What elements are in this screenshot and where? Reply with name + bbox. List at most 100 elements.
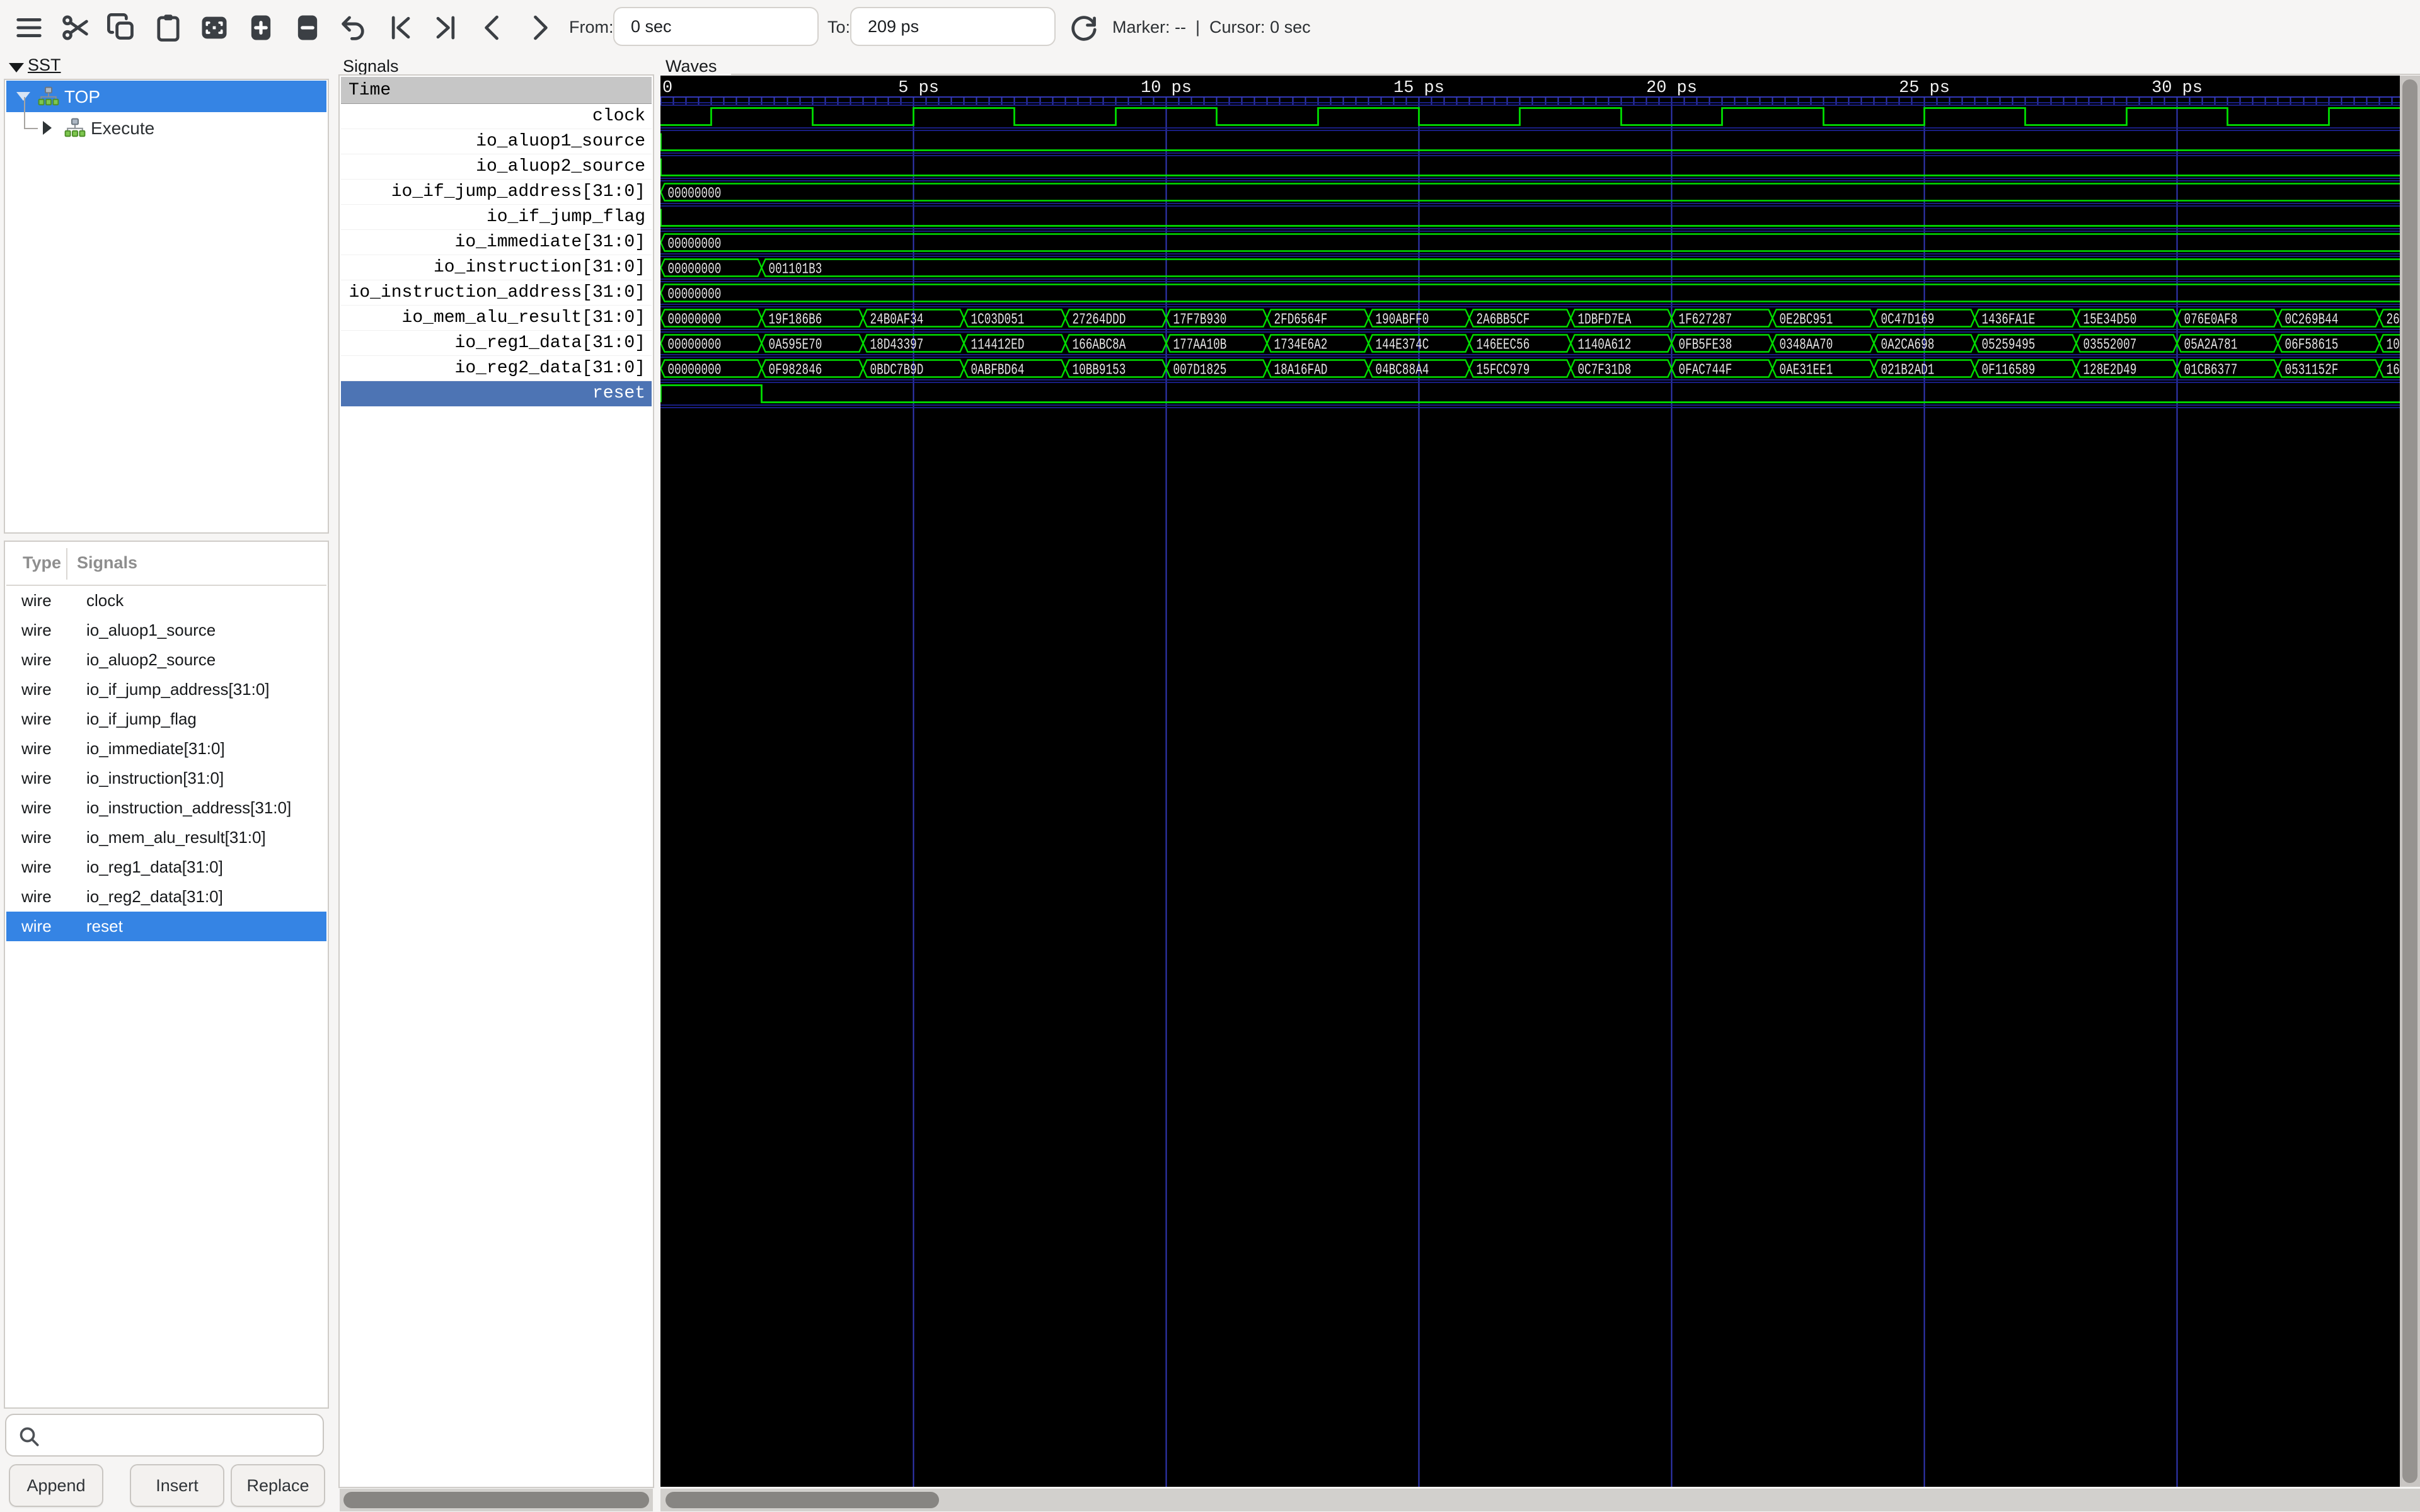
gtkwave-window: From: To: Marker: -- | Cursor: 0 sec SST… <box>0 0 2420 1512</box>
bus-value: 00000000 <box>668 337 722 354</box>
bus-value: 1734E6A2 <box>1274 337 1328 354</box>
signal-search-box <box>5 1414 324 1457</box>
bus-value: 2FD6564F <box>1274 312 1328 329</box>
bus-value: 021B2AD1 <box>1881 362 1935 379</box>
wave-row-reset <box>661 386 2400 403</box>
column-header-signals: Signals <box>77 553 137 573</box>
bus-value: 2A6BB5CF <box>1477 312 1530 329</box>
cell-type: wire <box>6 591 76 610</box>
ruler-label-5: 5 <box>898 79 908 98</box>
menu-icon <box>13 11 45 44</box>
table-row-clock[interactable]: wireclock <box>6 586 326 616</box>
signals-list-item-io_mem_alu_result[31:0][interactable]: io_mem_alu_result[31:0] <box>341 306 652 331</box>
table-row-io_aluop1_source[interactable]: wireio_aluop1_source <box>6 616 326 645</box>
waves-hscrollbar[interactable] <box>660 1489 2420 1511</box>
signals-list-item-clock[interactable]: clock <box>341 104 652 129</box>
sst-expander-icon[interactable] <box>9 63 24 72</box>
cell-type: wire <box>6 680 76 699</box>
signals-list-item-io_instruction_address[31:0][interactable]: io_instruction_address[31:0] <box>341 280 652 306</box>
module-icon <box>38 86 59 106</box>
signals-list-item-io_reg2_data[31:0][interactable]: io_reg2_data[31:0] <box>341 356 652 381</box>
signals-list-item-io_reg1_data[31:0][interactable]: io_reg1_data[31:0] <box>341 331 652 356</box>
to-input[interactable] <box>850 7 1056 46</box>
refresh-icon[interactable] <box>1067 11 1100 44</box>
insert-button[interactable]: Insert <box>130 1464 224 1507</box>
status-separator <box>1186 18 1196 37</box>
bus-value: 06F58615 <box>2285 337 2339 354</box>
skip-end-button[interactable] <box>430 11 463 44</box>
signals-list-item-io_aluop2_source[interactable]: io_aluop2_source <box>341 154 652 180</box>
time-header[interactable]: Time <box>341 77 652 104</box>
append-button[interactable]: Append <box>9 1464 103 1507</box>
copy-button[interactable] <box>105 11 138 44</box>
search-input[interactable] <box>48 1418 315 1453</box>
table-row-io_instruction[31:0][interactable]: wireio_instruction[31:0] <box>6 764 326 793</box>
bus-value: 0A595E70 <box>769 337 822 354</box>
signals-list-item-io_instruction[31:0][interactable]: io_instruction[31:0] <box>341 255 652 280</box>
zoom-out-button[interactable] <box>291 11 324 44</box>
cell-signal-name: io_aluop1_source <box>76 621 216 640</box>
table-row-io_immediate[31:0][interactable]: wireio_immediate[31:0] <box>6 734 326 764</box>
cell-type: wire <box>6 650 76 670</box>
table-row-io_reg1_data[31:0][interactable]: wireio_reg1_data[31:0] <box>6 852 326 882</box>
signals-list-item-io_aluop1_source[interactable]: io_aluop1_source <box>341 129 652 154</box>
step-forward-button[interactable] <box>523 11 556 44</box>
bus-value: 177AA10B <box>1173 337 1227 354</box>
wave-canvas[interactable]: 05ps10ps15ps20ps25ps30ps0000000000000000… <box>660 76 2400 1487</box>
waves-vscrollbar-thumb[interactable] <box>2402 79 2417 1483</box>
cell-signal-name: io_if_jump_address[31:0] <box>76 680 270 699</box>
module-icon-wrap <box>38 86 59 110</box>
bus-value: 17F7B930 <box>1173 312 1227 329</box>
wave-row-io_reg1_data[31:0]: 000000000A595E7018D43397114412ED166ABC8A… <box>661 335 2400 354</box>
step-back-icon <box>476 11 509 44</box>
bus-value: 0348AA70 <box>1780 337 1833 354</box>
tree-item-execute[interactable]: Execute <box>6 112 326 144</box>
cut-icon <box>59 11 92 44</box>
waves-vscrollbar[interactable] <box>2400 76 2420 1487</box>
bus-value: 05A2A781 <box>2184 337 2238 354</box>
zoom-fit-button[interactable] <box>198 11 231 44</box>
signals-list-item-reset[interactable]: reset <box>341 381 652 406</box>
undo-button[interactable] <box>337 11 370 44</box>
marker-text: Marker: -- <box>1112 18 1186 37</box>
undo-icon <box>337 11 370 44</box>
replace-button[interactable]: Replace <box>231 1464 325 1507</box>
zoom-in-button[interactable] <box>245 11 277 44</box>
tree-item-top[interactable]: TOP <box>6 81 326 112</box>
column-separator[interactable] <box>66 548 67 580</box>
table-row-io_mem_alu_result[31:0][interactable]: wireio_mem_alu_result[31:0] <box>6 823 326 852</box>
signals-hscrollbar[interactable] <box>340 1489 653 1511</box>
signals-hscrollbar-thumb[interactable] <box>343 1492 649 1508</box>
from-input[interactable] <box>613 7 819 46</box>
menu-button[interactable] <box>13 11 45 44</box>
cut-button[interactable] <box>59 11 92 44</box>
expander-open-icon[interactable] <box>16 92 30 101</box>
paste-icon <box>152 11 185 44</box>
skip-start-button[interactable] <box>384 11 417 44</box>
table-row-io_aluop2_source[interactable]: wireio_aluop2_source <box>6 645 326 675</box>
signals-list-item-io_immediate[31:0][interactable]: io_immediate[31:0] <box>341 230 652 255</box>
waves-hscrollbar-thumb[interactable] <box>666 1492 939 1508</box>
ruler-label-10: 10 <box>1141 79 1161 98</box>
table-row-io_reg2_data[31:0][interactable]: wireio_reg2_data[31:0] <box>6 882 326 912</box>
ruler-label-0: 0 <box>662 79 672 98</box>
tree-branch-line <box>24 97 25 129</box>
bus-value: 18A16FAD <box>1274 362 1328 379</box>
signals-list-item-io_if_jump_flag[interactable]: io_if_jump_flag <box>341 205 652 230</box>
ruler-label-15: 15 <box>1393 79 1414 98</box>
table-row-io_if_jump_address[31:0][interactable]: wireio_if_jump_address[31:0] <box>6 675 326 704</box>
paste-button[interactable] <box>152 11 185 44</box>
table-row-reset[interactable]: wirereset <box>6 912 326 941</box>
bus-value: 128E2D49 <box>2083 362 2137 379</box>
separator-glyph: | <box>1196 18 1200 37</box>
cell-signal-name: io_immediate[31:0] <box>76 739 225 759</box>
bus-value: 0AE31EE1 <box>1780 362 1833 379</box>
bus-value: 0F116589 <box>1982 362 2036 379</box>
table-row-io_instruction_address[31:0][interactable]: wireio_instruction_address[31:0] <box>6 793 326 823</box>
bus-value: 144E374C <box>1376 337 1429 354</box>
table-row-io_if_jump_flag[interactable]: wireio_if_jump_flag <box>6 704 326 734</box>
expander-closed-icon[interactable] <box>43 121 52 135</box>
signals-list-item-io_if_jump_address[31:0][interactable]: io_if_jump_address[31:0] <box>341 180 652 205</box>
bus-value: 00000000 <box>668 236 722 253</box>
step-back-button[interactable] <box>476 11 509 44</box>
